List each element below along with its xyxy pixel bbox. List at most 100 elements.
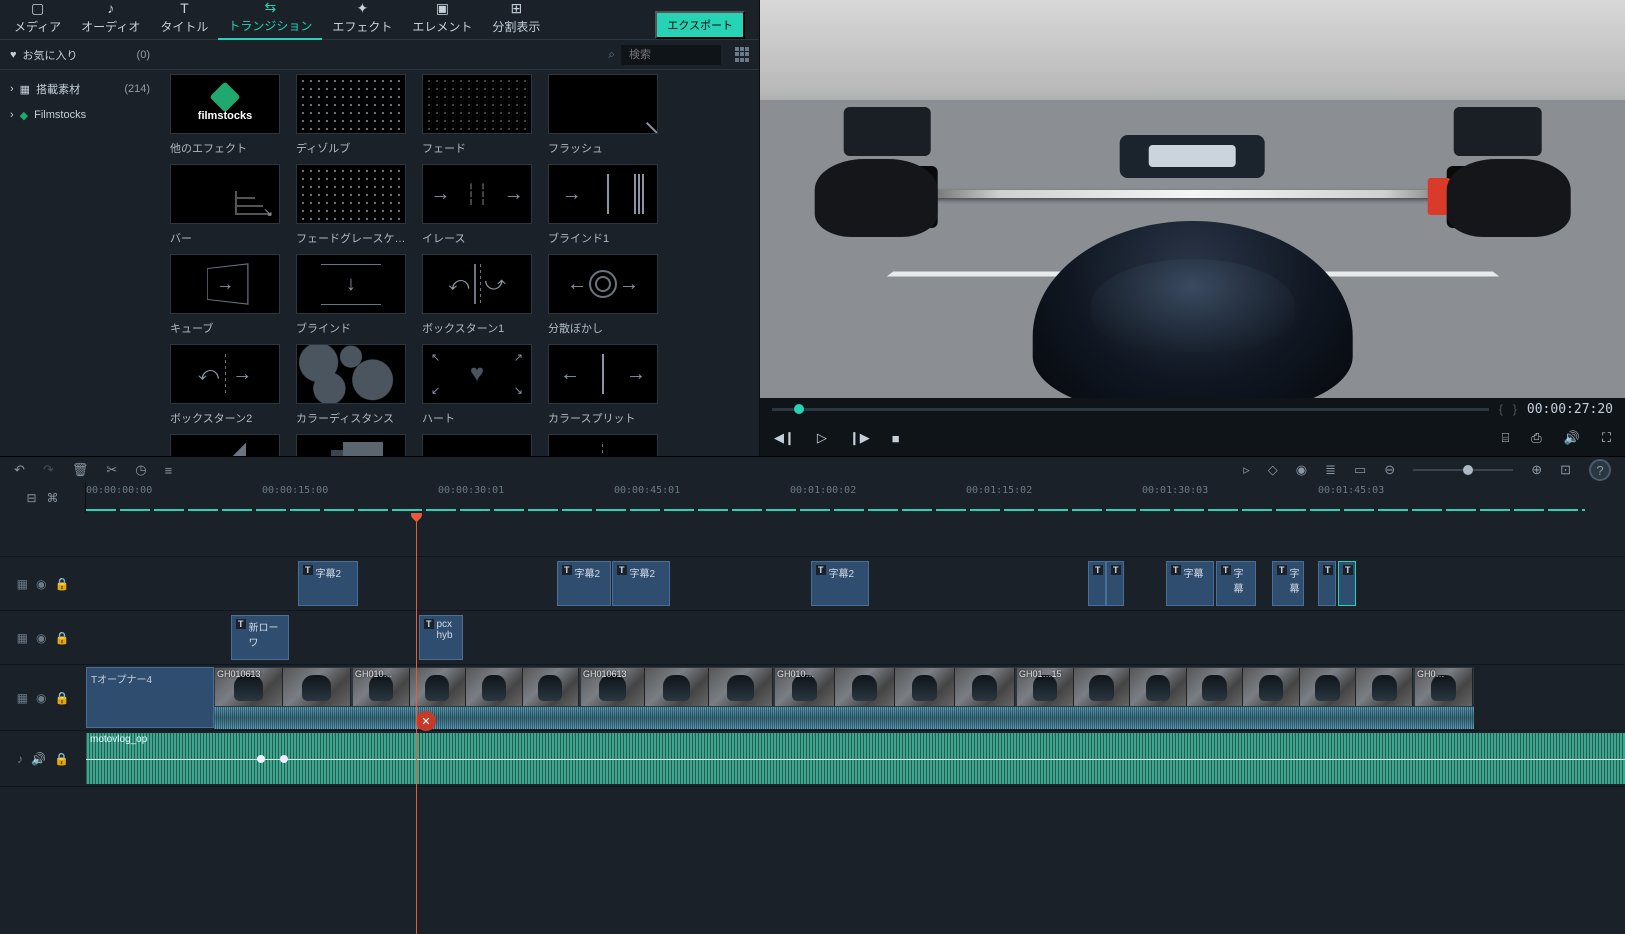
- transition-thumb[interactable]: →┆┆→: [422, 164, 532, 224]
- transition-thumb[interactable]: ↖↗↙↘♥: [422, 344, 532, 404]
- video-clip[interactable]: GH0…: [1414, 667, 1474, 707]
- keyframe[interactable]: [257, 755, 265, 763]
- grid-view-icon[interactable]: [735, 47, 751, 63]
- favorites-row[interactable]: ♥ お気に入り (0): [0, 47, 160, 63]
- transition-thumb[interactable]: ←→: [548, 344, 658, 404]
- tab-transition[interactable]: ⇆トランジション: [218, 0, 322, 40]
- transition-thumb[interactable]: ↘: [170, 164, 280, 224]
- transition-thumb[interactable]: ←→: [548, 254, 658, 314]
- eye-icon[interactable]: ◉: [36, 691, 46, 705]
- transition-thumb[interactable]: →: [548, 164, 658, 224]
- video-clip[interactable]: GH010…: [774, 667, 1016, 707]
- transition-thumb[interactable]: [296, 344, 406, 404]
- undo-button[interactable]: ↶: [14, 462, 25, 478]
- zoom-knob[interactable]: [1463, 465, 1473, 475]
- tab-effect[interactable]: ✦エフェクト: [322, 0, 402, 39]
- settings-icon[interactable]: ▭: [1354, 462, 1366, 478]
- link-icon[interactable]: ⌘: [47, 491, 59, 505]
- transition-thumb[interactable]: [548, 74, 658, 134]
- step-back-button[interactable]: ◀❙: [774, 430, 795, 446]
- transition-thumb[interactable]: filmstocks: [170, 74, 280, 134]
- transition-marker[interactable]: ✕: [416, 711, 436, 731]
- text-clip[interactable]: T字幕: [1216, 561, 1256, 606]
- text-clip[interactable]: T字幕2: [612, 561, 670, 606]
- snap-icon[interactable]: ⊟: [26, 491, 36, 505]
- lock-icon[interactable]: 🔒: [54, 577, 69, 591]
- lock-icon[interactable]: 🔒: [54, 691, 69, 705]
- title-clip[interactable]: Tpcx hyb: [419, 615, 463, 660]
- stop-button[interactable]: ■: [892, 431, 900, 446]
- eye-icon[interactable]: ◉: [36, 631, 46, 645]
- volume-icon[interactable]: 🔊: [1564, 430, 1580, 446]
- step-forward-button[interactable]: ❙▶: [849, 430, 870, 446]
- export-button[interactable]: エクスポート: [655, 11, 745, 39]
- track-icon[interactable]: ▦: [17, 691, 28, 705]
- zoom-in-button[interactable]: ⊕: [1531, 462, 1542, 478]
- help-badge[interactable]: ?: [1589, 459, 1611, 481]
- music-icon[interactable]: ♪: [17, 752, 23, 766]
- tab-media[interactable]: ▢メディア: [4, 0, 71, 39]
- title-clip[interactable]: T新ローワ: [231, 615, 289, 660]
- marker-icon[interactable]: ◇: [1268, 462, 1278, 478]
- transition-thumb[interactable]: [296, 164, 406, 224]
- speaker-icon[interactable]: 🔊: [31, 752, 46, 766]
- video-clip[interactable]: GH01…15: [1016, 667, 1414, 707]
- preview-scrubber[interactable]: [772, 408, 1489, 411]
- text-track-2[interactable]: T字幕2T字幕2T字幕2T字幕2T字T字T字幕T字幕T字幕T字T: [86, 557, 1625, 611]
- text-track-1[interactable]: T新ローワ Tpcx hyb: [86, 611, 1625, 665]
- search-input[interactable]: [621, 45, 721, 65]
- speed-button[interactable]: ◷: [135, 462, 146, 478]
- video-clip[interactable]: GH010613: [214, 667, 352, 707]
- transition-thumb[interactable]: ↓: [296, 254, 406, 314]
- track-icon[interactable]: ▦: [17, 577, 28, 591]
- video-track[interactable]: Tオープナー4 ✕ GH010613GH010…GH010613GH010…GH…: [86, 665, 1625, 731]
- tab-split[interactable]: ⊞分割表示: [482, 0, 550, 39]
- text-clip[interactable]: T字幕: [1166, 561, 1214, 606]
- text-clip[interactable]: T字: [1106, 561, 1124, 606]
- transition-thumb[interactable]: →: [170, 254, 280, 314]
- transition-thumb[interactable]: ←→: [548, 434, 658, 456]
- screen-icon[interactable]: ⌸: [1501, 430, 1509, 446]
- audio-clip[interactable]: motovlog_op: [86, 733, 1625, 784]
- builtin-row[interactable]: › ▦ 搭載素材 (214): [0, 76, 160, 102]
- scrubber-knob[interactable]: [794, 404, 804, 414]
- transition-thumb[interactable]: [296, 74, 406, 134]
- keyframe[interactable]: [280, 755, 288, 763]
- audio-track[interactable]: motovlog_op: [86, 731, 1625, 787]
- video-clip[interactable]: GH010613: [580, 667, 774, 707]
- zoom-out-button[interactable]: ⊖: [1384, 462, 1395, 478]
- transition-thumb[interactable]: [170, 434, 280, 456]
- adjust-button[interactable]: ≡: [165, 463, 173, 478]
- text-clip[interactable]: T字: [1318, 561, 1336, 606]
- timeline-ruler[interactable]: 00:00:00:0000:00:15:0000:00:30:0100:00:4…: [86, 483, 1625, 513]
- delete-button[interactable]: 🗑: [72, 462, 89, 478]
- playhead[interactable]: [416, 513, 417, 934]
- fullscreen-icon[interactable]: ⛶: [1602, 430, 1611, 446]
- opener-clip[interactable]: Tオープナー4: [86, 667, 214, 728]
- tab-element[interactable]: ▣エレメント: [402, 0, 482, 39]
- video-clip[interactable]: GH010…: [352, 667, 580, 707]
- transition-thumb[interactable]: [422, 74, 532, 134]
- tab-title[interactable]: Tタイトル: [150, 0, 218, 39]
- lock-icon[interactable]: 🔒: [54, 631, 69, 645]
- lock-icon[interactable]: 🔒: [54, 752, 69, 766]
- transition-thumb[interactable]: ←··→: [422, 434, 532, 456]
- play-button[interactable]: ▷: [817, 430, 827, 446]
- camera-icon[interactable]: ⎙: [1531, 430, 1541, 446]
- filmstocks-row[interactable]: › ◆ Filmstocks: [0, 102, 160, 128]
- text-clip[interactable]: T字幕2: [557, 561, 611, 606]
- mixer-icon[interactable]: ≣: [1325, 462, 1336, 478]
- cut-button[interactable]: ✂: [106, 462, 117, 478]
- render-indicator-icon[interactable]: ▹: [1243, 462, 1250, 478]
- transition-thumb[interactable]: ⤺→: [170, 344, 280, 404]
- track-icon[interactable]: ▦: [17, 631, 28, 645]
- redo-button[interactable]: ↷: [43, 462, 54, 478]
- text-clip[interactable]: T字: [1088, 561, 1106, 606]
- transition-thumb[interactable]: ⤺⤻: [422, 254, 532, 314]
- text-clip[interactable]: T字幕: [1272, 561, 1304, 606]
- spacer-track[interactable]: [86, 513, 1625, 557]
- tab-audio[interactable]: ♪オーディオ: [71, 0, 150, 39]
- text-clip[interactable]: T字幕2: [811, 561, 869, 606]
- text-clip[interactable]: T字幕2: [298, 561, 358, 606]
- voiceover-icon[interactable]: ◉: [1296, 462, 1307, 478]
